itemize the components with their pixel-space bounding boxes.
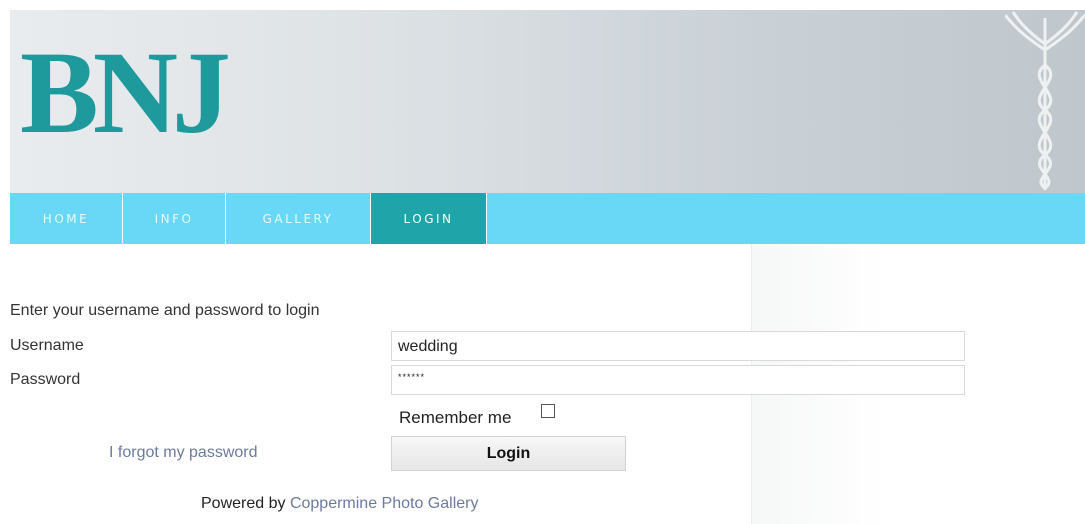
- coppermine-link[interactable]: Coppermine Photo Gallery: [290, 495, 479, 512]
- forgot-password-link[interactable]: I forgot my password: [109, 444, 258, 462]
- username-input[interactable]: wedding: [391, 331, 965, 361]
- nav-login[interactable]: LOGIN: [371, 193, 487, 244]
- login-button[interactable]: Login: [391, 436, 626, 471]
- nav-home[interactable]: HOME: [10, 193, 123, 244]
- password-label: Password: [10, 371, 81, 388]
- remember-me-label: Remember me: [399, 408, 512, 427]
- powered-by: Powered by Coppermine Photo Gallery: [201, 495, 478, 513]
- main-nav: HOME INFO GALLERY LOGIN: [10, 193, 1085, 244]
- password-input[interactable]: ******: [391, 365, 965, 395]
- powered-prefix: Powered by: [201, 495, 290, 512]
- remember-me-checkbox[interactable]: [541, 404, 555, 418]
- site-logo[interactable]: BNJ: [20, 28, 231, 158]
- login-intro: Enter your username and password to logi…: [10, 302, 320, 319]
- nav-info[interactable]: INFO: [123, 193, 226, 244]
- caduceus-icon: [1005, 11, 1085, 190]
- header-banner: BNJ: [10, 10, 1085, 193]
- username-label: Username: [10, 337, 84, 354]
- nav-gallery[interactable]: GALLERY: [226, 193, 371, 244]
